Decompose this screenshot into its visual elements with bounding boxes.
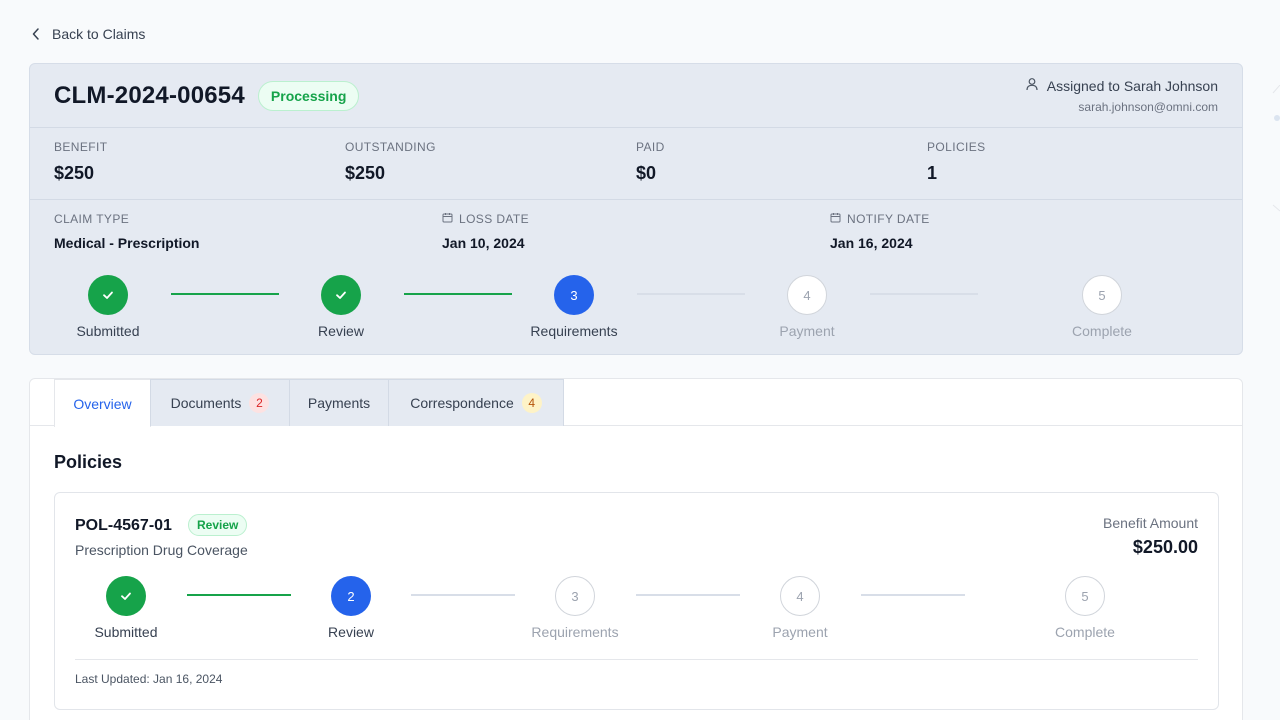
step-label: Requirements [531, 624, 619, 640]
claim-status-badge: Processing [257, 80, 360, 111]
step-label: Review [328, 624, 374, 640]
claim-step: 4 Payment [737, 275, 877, 339]
chevron-left-icon [30, 28, 42, 40]
check-icon [121, 592, 131, 600]
info-claim-type: CLAIM TYPE Medical - Prescription [54, 212, 200, 251]
user-icon [1025, 77, 1039, 94]
claim-step: Review [271, 275, 411, 339]
claim-summary-card: CLM-2024-00654 Processing Assigned to Sa… [29, 63, 1243, 355]
tab-payments[interactable]: Payments [289, 379, 389, 426]
policy-step: Submitted [56, 576, 196, 640]
claim-step: 5 Complete [1032, 275, 1172, 339]
policy-step: 2 Review [281, 576, 421, 640]
tab-bar: Overview Documents 2 Payments Correspond… [30, 379, 1242, 427]
policy-card: POL-4567-01 Review Prescription Drug Cov… [54, 492, 1219, 710]
assignee-name: Assigned to Sarah Johnson [1046, 77, 1218, 94]
assignee-info: Assigned to Sarah Johnson sarah.johnson@… [1025, 77, 1218, 114]
check-icon [336, 291, 346, 299]
step-circle: 4 [787, 275, 827, 315]
edge-decoration [1272, 85, 1280, 212]
back-to-claims-link[interactable]: Back to Claims [30, 26, 145, 42]
policy-step: 4 Payment [730, 576, 870, 640]
step-label: Submitted [76, 323, 140, 339]
claim-id: CLM-2024-00654 [54, 81, 245, 109]
step-label: Submitted [94, 624, 158, 640]
stat-paid: PAID $0 [636, 140, 665, 183]
info-loss-date: LOSS DATE Jan 10, 2024 [442, 212, 530, 251]
claim-info: CLAIM TYPE Medical - Prescription LOSS D… [30, 200, 1242, 260]
documents-count-badge: 2 [249, 393, 270, 413]
policy-description: Prescription Drug Coverage [75, 542, 248, 558]
last-updated: Last Updated: Jan 16, 2024 [75, 672, 223, 686]
step-circle-complete [88, 275, 128, 315]
step-connector [870, 293, 978, 295]
section-title: Policies [54, 452, 123, 472]
step-circle: 3 [554, 275, 594, 315]
claim-step: 3 Requirements [504, 275, 644, 339]
benefit-amount-label: Benefit Amount [1103, 515, 1198, 531]
stat-policies: POLICIES 1 [927, 140, 986, 183]
benefit-amount-value: $250.00 [1132, 537, 1198, 557]
step-connector [171, 293, 279, 295]
policy-step: 5 Complete [1015, 576, 1155, 640]
step-connector [637, 293, 745, 295]
tab-overview[interactable]: Overview [54, 379, 151, 427]
step-circle-complete [106, 576, 146, 616]
correspondence-count-badge: 4 [521, 393, 542, 413]
assignee-email: sarah.johnson@omni.com [1078, 100, 1218, 114]
step-label: Review [318, 323, 364, 339]
step-label: Complete [1072, 323, 1132, 339]
step-circle-complete [321, 275, 361, 315]
step-label: Complete [1055, 624, 1115, 640]
step-circle: 5 [1082, 275, 1122, 315]
step-label: Payment [779, 323, 835, 339]
claim-step: Submitted [38, 275, 178, 339]
policy-progress-stepper: Submitted 2 Review 3 Requirements 4 Paym… [55, 576, 1220, 656]
step-label: Requirements [530, 323, 618, 339]
tab-documents[interactable]: Documents 2 [150, 379, 290, 426]
divider [75, 659, 1198, 660]
stat-outstanding: OUTSTANDING $250 [345, 140, 436, 183]
step-connector [187, 594, 291, 596]
calendar-icon [442, 212, 453, 226]
step-circle: 3 [555, 576, 595, 616]
policy-status-badge: Review [188, 514, 248, 536]
step-label: Payment [772, 624, 828, 640]
step-connector [404, 293, 512, 295]
claim-header: CLM-2024-00654 Processing Assigned to Sa… [30, 64, 1242, 128]
step-circle: 4 [780, 576, 820, 616]
tab-correspondence[interactable]: Correspondence 4 [388, 379, 564, 426]
claim-stats: BENEFIT $250 OUTSTANDING $250 PAID $0 PO… [30, 128, 1242, 200]
step-connector [861, 594, 965, 596]
back-link-label: Back to Claims [52, 26, 146, 42]
step-circle: 5 [1065, 576, 1105, 616]
step-circle: 2 [331, 576, 371, 616]
policy-id: POL-4567-01 [75, 517, 172, 534]
policy-step: 3 Requirements [505, 576, 645, 640]
claim-progress-stepper: Submitted Review 3 Requirements 4 Paymen… [30, 275, 1244, 355]
stat-benefit: BENEFIT $250 [54, 140, 108, 183]
check-icon [103, 291, 113, 299]
step-connector [636, 594, 740, 596]
calendar-icon [830, 212, 841, 226]
step-connector [411, 594, 515, 596]
claim-details-panel: Overview Documents 2 Payments Correspond… [29, 378, 1243, 720]
info-notify-date: NOTIFY DATE Jan 16, 2024 [830, 212, 930, 251]
